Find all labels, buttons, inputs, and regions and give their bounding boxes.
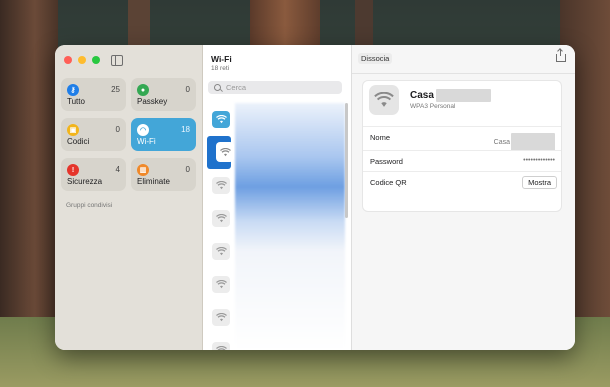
detail-pane: Dissocia Casa WPA3 Personal Nome Casa Pa…	[352, 45, 575, 350]
tile-codici[interactable]: ▣ 0 Codici	[61, 118, 126, 151]
name-row: Nome Casa	[363, 126, 561, 151]
security-type: WPA3 Personal	[410, 103, 456, 110]
password-value[interactable]: •••••••••••••	[523, 157, 555, 164]
tile-count: 0	[185, 85, 190, 94]
sidebar: ⚷ 25 Tutto ● 0 Passkey ▣ 0 Codici ◠ 18 W…	[55, 45, 203, 350]
window-controls	[64, 56, 100, 64]
tile-tutto[interactable]: ⚷ 25 Tutto	[61, 78, 126, 111]
wifi-icon	[212, 243, 230, 260]
search-input[interactable]	[226, 83, 336, 92]
tile-passkey[interactable]: ● 0 Passkey	[131, 78, 196, 111]
tile-wifi[interactable]: ◠ 18 Wi-Fi	[131, 118, 196, 151]
list-title: Wi-Fi	[211, 54, 232, 64]
tile-label: Sicurezza	[67, 177, 103, 186]
search-field[interactable]	[208, 81, 342, 94]
name-value-wrap: Casa	[494, 133, 555, 151]
category-tiles: ⚷ 25 Tutto ● 0 Passkey ▣ 0 Codici ◠ 18 W…	[61, 78, 196, 191]
network-list-column: Wi-Fi 18 reti	[203, 45, 352, 350]
network-name: Casa	[410, 90, 434, 101]
qr-row: Codice QR Mostra	[363, 171, 561, 192]
network-name-heading: Casa	[410, 89, 491, 102]
tile-count: 4	[115, 165, 120, 174]
sidebar-toggle-icon[interactable]	[111, 55, 123, 66]
wifi-icon	[212, 276, 230, 293]
key-icon: ⚷	[67, 84, 79, 96]
tile-count: 0	[115, 125, 120, 134]
person-icon: ●	[137, 84, 149, 96]
lock-icon: ▣	[67, 124, 79, 136]
wifi-icon	[216, 142, 234, 162]
detail-toolbar: Dissocia	[352, 45, 575, 74]
password-row: Password •••••••••••••	[363, 150, 561, 171]
wifi-icon	[212, 111, 230, 128]
redacted-text	[435, 89, 491, 102]
list-item[interactable]	[203, 235, 351, 268]
wifi-icon: ◠	[137, 124, 149, 136]
list-item[interactable]	[203, 169, 351, 202]
list-scrollbar[interactable]	[345, 103, 348, 218]
wifi-icon	[369, 85, 399, 115]
list-item[interactable]	[203, 202, 351, 235]
tile-label: Passkey	[137, 97, 168, 106]
share-icon[interactable]	[556, 49, 566, 62]
tile-count: 0	[185, 165, 190, 174]
tile-count: 25	[111, 85, 120, 94]
zoom-button[interactable]	[92, 56, 100, 64]
password-label: Password	[370, 157, 403, 166]
list-header: Wi-Fi 18 reti	[211, 54, 232, 72]
show-qr-button[interactable]: Mostra	[522, 176, 557, 189]
qr-label: Codice QR	[370, 178, 407, 187]
minimize-button[interactable]	[78, 56, 86, 64]
wifi-icon	[212, 342, 230, 350]
network-list	[203, 103, 351, 350]
list-item[interactable]	[203, 103, 351, 136]
wifi-icon	[212, 177, 230, 194]
search-icon	[214, 84, 221, 91]
list-subtitle: 18 reti	[211, 65, 230, 72]
shared-groups-heading: Gruppi condivisi	[66, 202, 113, 209]
wifi-icon	[212, 309, 230, 326]
wifi-icon	[212, 210, 230, 227]
alert-icon: !	[67, 164, 79, 176]
tile-sicurezza[interactable]: ! 4 Sicurezza	[61, 158, 126, 191]
list-item[interactable]	[203, 268, 351, 301]
network-card: Casa WPA3 Personal Nome Casa Password ••…	[362, 80, 562, 212]
list-item-selected[interactable]	[207, 136, 234, 169]
tile-label: Tutto	[67, 97, 85, 106]
passwords-window: ⚷ 25 Tutto ● 0 Passkey ▣ 0 Codici ◠ 18 W…	[55, 45, 575, 350]
tile-eliminate[interactable]: ▥ 0 Eliminate	[131, 158, 196, 191]
redacted-text	[511, 133, 555, 151]
name-label: Nome	[370, 133, 391, 142]
tile-label: Wi-Fi	[137, 137, 156, 146]
tile-count: 18	[181, 125, 190, 134]
name-value[interactable]: Casa	[494, 139, 510, 146]
tile-label: Codici	[67, 137, 90, 146]
list-item[interactable]	[203, 334, 351, 350]
tile-label: Eliminate	[137, 177, 170, 186]
trash-icon: ▥	[137, 164, 149, 176]
list-item[interactable]	[203, 301, 351, 334]
close-button[interactable]	[64, 56, 72, 64]
dissociate-button[interactable]: Dissocia	[358, 53, 393, 64]
